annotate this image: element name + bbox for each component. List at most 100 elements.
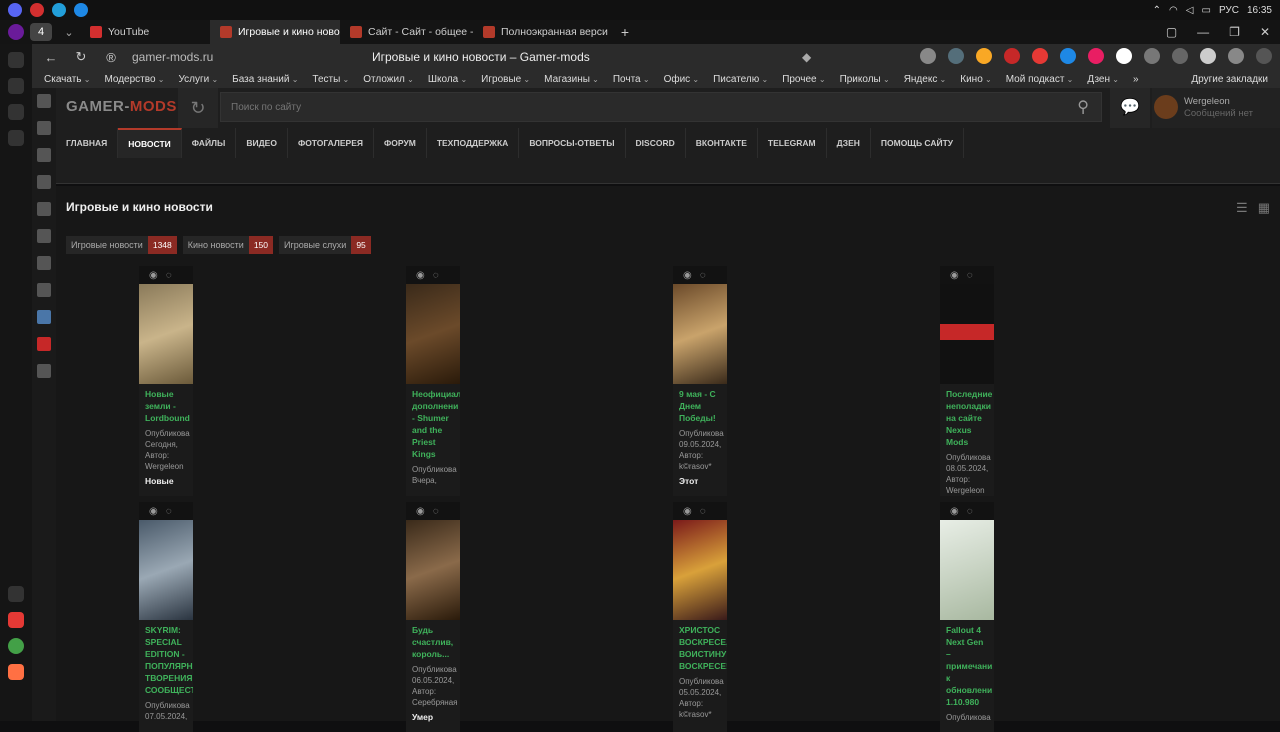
card-image[interactable] bbox=[406, 284, 460, 384]
search-input[interactable] bbox=[221, 93, 1061, 121]
tab-fullscreen[interactable]: Полноэкранная версия с bbox=[473, 20, 608, 44]
bookmark-folder[interactable]: Мой подкаст bbox=[1006, 74, 1074, 85]
bookmark-folder[interactable]: Услуги bbox=[178, 74, 218, 85]
extension-icon[interactable] bbox=[1200, 48, 1216, 64]
tab-youtube[interactable]: YouTube bbox=[80, 20, 210, 44]
bookmark-folder[interactable]: Прочее bbox=[782, 74, 825, 85]
card-image[interactable] bbox=[139, 520, 193, 620]
site-info-icon[interactable]: ® bbox=[96, 50, 126, 65]
users-icon[interactable] bbox=[37, 229, 51, 243]
volume-icon[interactable]: ◁ bbox=[1186, 5, 1194, 16]
news-icon[interactable] bbox=[37, 121, 51, 135]
tabs-dropdown-icon[interactable]: ⌄ bbox=[58, 23, 80, 41]
bookmarks-icon[interactable]: ▢ bbox=[1166, 25, 1177, 39]
category-filter[interactable]: Кино новости 150 bbox=[182, 236, 274, 254]
app-icon[interactable] bbox=[74, 3, 88, 17]
nav-item[interactable]: ФОРУМ bbox=[374, 128, 427, 158]
app-icon[interactable] bbox=[8, 664, 24, 680]
card-title[interactable]: Будь счастлив, король... bbox=[406, 620, 460, 660]
whatsapp-icon[interactable] bbox=[8, 638, 24, 654]
nav-item[interactable]: ФОТОГАЛЕРЕЯ bbox=[288, 128, 375, 158]
news-card[interactable]: ◉ ◌ Новые земли - Lordbound Опубликова Сего… bbox=[139, 266, 193, 496]
nav-item[interactable]: TELEGRAM bbox=[758, 128, 827, 158]
notes-icon[interactable] bbox=[8, 104, 24, 120]
extensions-puzzle-icon[interactable] bbox=[1228, 48, 1244, 64]
card-title[interactable]: Последние неполадки на сайте Nexus Mods bbox=[940, 384, 994, 448]
bookmark-folder[interactable]: Игровые bbox=[481, 74, 530, 85]
grid-view-icon[interactable]: ▦ bbox=[1258, 200, 1270, 216]
chevron-up-icon[interactable]: ⌃ bbox=[1153, 5, 1161, 16]
restore-icon[interactable]: ❐ bbox=[1229, 25, 1240, 39]
home-icon[interactable] bbox=[37, 94, 51, 108]
nav-item[interactable]: ФАЙЛЫ bbox=[182, 128, 237, 158]
bookmark-star-icon[interactable]: ◆ bbox=[802, 50, 811, 64]
list-view-icon[interactable]: ☰ bbox=[1236, 200, 1248, 216]
bookmarks-more-icon[interactable]: » bbox=[1133, 74, 1139, 85]
bookmark-folder[interactable]: Почта bbox=[613, 74, 650, 85]
bookmark-folder[interactable]: Школа bbox=[428, 74, 467, 85]
card-title[interactable]: Fallout 4 Next Gen – примечани к обновле… bbox=[940, 620, 994, 708]
bookmark-folder[interactable]: Тесты bbox=[312, 74, 349, 85]
reload-icon[interactable]: ↻ bbox=[66, 49, 96, 65]
bookmark-folder[interactable]: Скачать bbox=[44, 74, 90, 85]
news-card[interactable]: ◉ ◌ Fallout 4 Next Gen – примечани к обнов… bbox=[940, 502, 994, 732]
news-card[interactable]: ◉ ◌ SKYRIM: SPECIAL EDITION - ПОПУЛЯРН ТВО… bbox=[139, 502, 193, 732]
news-card[interactable]: ◉ ◌ Неофициал дополнени - Shumer and the P… bbox=[406, 266, 460, 496]
news-card[interactable]: ◉ ◌ Будь счастлив, король... Опубликова 06.… bbox=[406, 502, 460, 732]
bookmark-folder[interactable]: Дзен bbox=[1087, 74, 1119, 85]
telegram-icon[interactable] bbox=[52, 3, 66, 17]
vk-icon[interactable] bbox=[37, 310, 51, 324]
add-icon[interactable] bbox=[8, 586, 24, 602]
other-bookmarks[interactable]: Другие закладки bbox=[1191, 74, 1268, 85]
bookmark-folder[interactable]: Отложил bbox=[363, 74, 414, 85]
search-icon[interactable] bbox=[37, 364, 51, 378]
category-filter[interactable]: Игровые новости 1348 bbox=[66, 236, 177, 254]
card-title[interactable]: SKYRIM: SPECIAL EDITION - ПОПУЛЯРН ТВОРЕ… bbox=[139, 620, 193, 696]
nav-item[interactable]: DISCORD bbox=[626, 128, 686, 158]
nav-item[interactable]: ВИДЕО bbox=[236, 128, 288, 158]
bookmark-folder[interactable]: Магазины bbox=[544, 74, 599, 85]
bookmark-folder[interactable]: Приколы bbox=[840, 74, 890, 85]
card-image[interactable] bbox=[406, 520, 460, 620]
extension-icon[interactable] bbox=[948, 48, 964, 64]
new-tab-icon[interactable]: + bbox=[614, 23, 636, 41]
card-title[interactable]: Новые земли - Lordbound bbox=[139, 384, 193, 424]
browser-menu-icon[interactable] bbox=[8, 24, 24, 40]
download-icon[interactable] bbox=[37, 148, 51, 162]
news-card[interactable]: ◉ ◌ Последние неполадки на сайте Nexus Mod… bbox=[940, 266, 994, 496]
collections-icon[interactable] bbox=[8, 78, 24, 94]
category-filter[interactable]: Игровые слухи 95 bbox=[279, 236, 371, 254]
video-icon[interactable] bbox=[37, 175, 51, 189]
card-image[interactable] bbox=[940, 284, 994, 384]
nav-item[interactable]: ТЕХПОДДЕРЖКА bbox=[427, 128, 520, 158]
minimize-icon[interactable]: — bbox=[1197, 25, 1209, 39]
extension-icon[interactable] bbox=[1032, 48, 1048, 64]
card-image[interactable] bbox=[673, 520, 727, 620]
nav-item[interactable]: ПОМОЩЬ САЙТУ bbox=[871, 128, 965, 158]
discord-icon[interactable] bbox=[8, 3, 22, 17]
card-image[interactable] bbox=[940, 520, 994, 620]
bookmark-folder[interactable]: База знаний bbox=[232, 74, 298, 85]
extension-icon[interactable] bbox=[1088, 48, 1104, 64]
nav-item[interactable]: ДЗЕН bbox=[827, 128, 871, 158]
user-name[interactable]: Wergeleon bbox=[1184, 96, 1230, 107]
card-title[interactable]: 9 мая - С Днем Победы! bbox=[673, 384, 727, 424]
help-icon[interactable] bbox=[37, 256, 51, 270]
nav-item[interactable]: ВКОНТАКТЕ bbox=[686, 128, 758, 158]
refresh-icon[interactable]: ↻ bbox=[178, 88, 218, 128]
tablet-icon[interactable] bbox=[8, 130, 24, 146]
tab-count[interactable]: 4 bbox=[30, 23, 52, 41]
download-icon[interactable] bbox=[1256, 48, 1272, 64]
bookmark-folder[interactable]: Кино bbox=[960, 74, 991, 85]
yandex-icon[interactable] bbox=[30, 3, 44, 17]
user-panel[interactable]: Wergeleon Сообщений нет bbox=[1152, 88, 1280, 128]
nav-item[interactable]: ГЛАВНАЯ bbox=[56, 128, 119, 158]
wifi-icon[interactable]: ◠ bbox=[1169, 5, 1178, 16]
close-window-icon[interactable]: ✕ bbox=[1260, 25, 1270, 39]
language-indicator[interactable]: РУС bbox=[1219, 5, 1239, 16]
bookmark-folder[interactable]: Яндекс bbox=[904, 74, 947, 85]
history-icon[interactable] bbox=[8, 52, 24, 68]
image-icon[interactable] bbox=[37, 202, 51, 216]
card-image[interactable] bbox=[673, 284, 727, 384]
translate-icon[interactable] bbox=[8, 612, 24, 628]
